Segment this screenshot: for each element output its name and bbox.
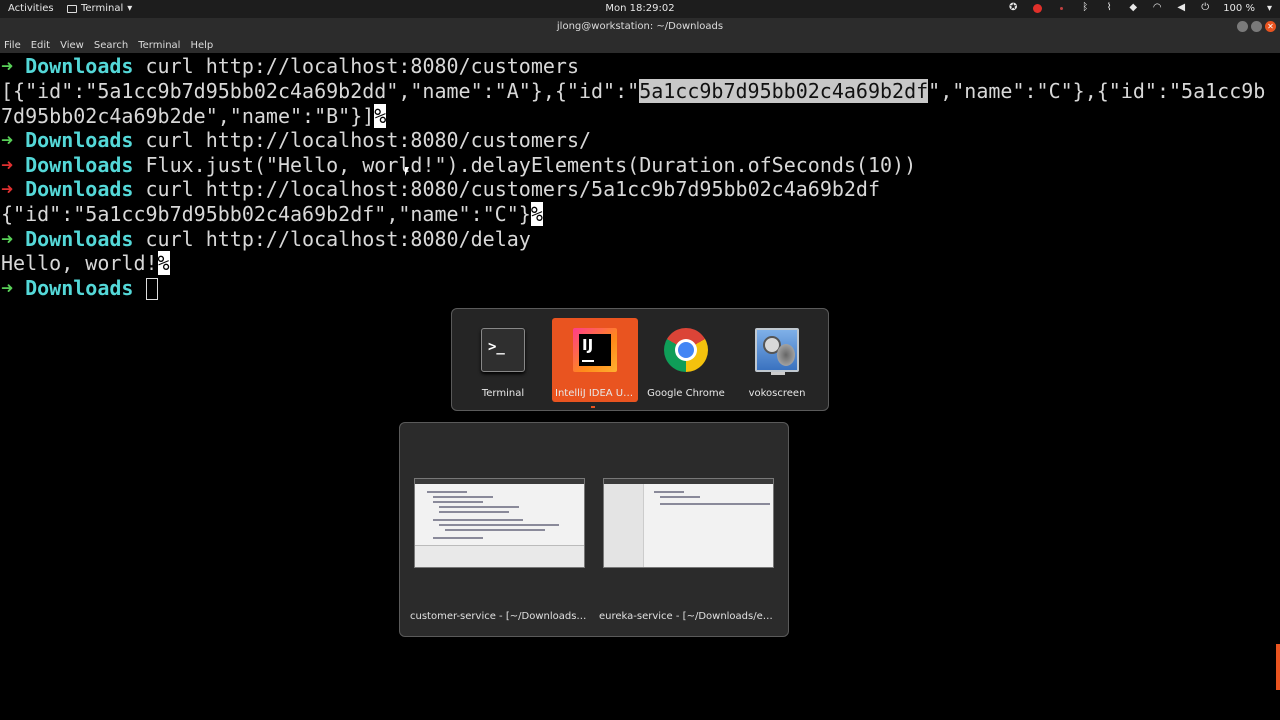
text-cursor bbox=[145, 277, 158, 300]
prompt-dir: Downloads bbox=[25, 128, 134, 152]
menu-help[interactable]: Help bbox=[190, 40, 213, 51]
switcher-app-terminal[interactable]: >_ Terminal bbox=[460, 318, 546, 402]
terminal-line: ➜ Downloads curl http://localhost:8080/c… bbox=[1, 54, 579, 78]
activities-button[interactable]: Activities bbox=[8, 3, 54, 14]
output-text: ","name":"C"},{"id":"5a1cc9b bbox=[928, 79, 1266, 103]
terminal-line: [{"id":"5a1cc9b7d95bb02c4a69b2dd","name"… bbox=[1, 79, 1265, 103]
output-text: [{"id":"5a1cc9b7d95bb02c4a69b2dd","name"… bbox=[1, 79, 640, 103]
terminal-icon: >_ bbox=[481, 328, 525, 372]
paperclip-icon[interactable]: ⌇ bbox=[1103, 2, 1115, 14]
dock-edge-indicator bbox=[1276, 644, 1280, 690]
terminal-line: 7d95bb02c4a69b2de","name":"B"}]% bbox=[1, 104, 387, 128]
system-tray: ✪ ᛒ ⌇ ◆ ◠ ◀ ⏻ 100 % ▾ bbox=[1007, 2, 1272, 14]
chrome-icon bbox=[664, 328, 708, 372]
terminal-line: Hello, world!% bbox=[1, 251, 170, 275]
top-bar: Activities Terminal ▾ Mon 18:29:02 ✪ ᛒ ⌇… bbox=[0, 0, 1280, 18]
chevron-down-icon[interactable]: ▾ bbox=[1267, 3, 1272, 14]
prompt-arrow-error: ➜ bbox=[1, 153, 14, 177]
prompt-dir: Downloads bbox=[25, 177, 134, 201]
terminal-line: ➜ Downloads bbox=[1, 276, 158, 300]
menu-search[interactable]: Search bbox=[94, 40, 128, 51]
menu-terminal[interactable]: Terminal bbox=[138, 40, 180, 51]
bluetooth-icon[interactable]: ᛒ bbox=[1079, 2, 1091, 14]
output-text: {"id":"5a1cc9b7d95bb02c4a69b2df","name":… bbox=[1, 202, 531, 226]
menu-edit[interactable]: Edit bbox=[31, 40, 50, 51]
chevron-down-icon: ▾ bbox=[127, 3, 133, 14]
minimize-button[interactable] bbox=[1237, 21, 1248, 32]
prompt-dir: Downloads bbox=[25, 54, 134, 78]
prompt-dir: Downloads bbox=[25, 227, 134, 251]
switcher-app-chrome[interactable]: Google Chrome bbox=[643, 318, 729, 402]
app-label: Google Chrome bbox=[647, 388, 725, 399]
prompt-arrow: ➜ bbox=[1, 54, 14, 78]
intellij-icon-glyph: IJ bbox=[582, 336, 594, 354]
output-text: Hello, world! bbox=[1, 251, 158, 275]
menu-view[interactable]: View bbox=[60, 40, 84, 51]
selection-indicator bbox=[591, 406, 595, 408]
eol-marker: % bbox=[374, 104, 387, 128]
battery-level[interactable]: 100 % bbox=[1223, 3, 1255, 14]
window-previews: customer-service - [~/Downloads/cu... eu… bbox=[399, 422, 789, 637]
app-label: vokoscreen bbox=[748, 388, 806, 399]
menu-file[interactable]: File bbox=[4, 40, 21, 51]
terminal-line: ➜ Downloads curl http://localhost:8080/c… bbox=[1, 177, 880, 201]
terminal-icon-glyph: >_ bbox=[488, 339, 505, 355]
prompt-dir: Downloads bbox=[25, 276, 134, 300]
command-text: curl http://localhost:8080/delay bbox=[145, 227, 531, 251]
prompt-arrow-error: ➜ bbox=[1, 177, 14, 201]
eol-marker: % bbox=[157, 251, 170, 275]
prompt-dir: Downloads bbox=[25, 153, 134, 177]
prompt-arrow: ➜ bbox=[1, 227, 14, 251]
terminal-line: ➜ Downloads Flux.just("Hello, world!").d… bbox=[1, 153, 916, 177]
command-text: curl http://localhost:8080/customers/5a1… bbox=[145, 177, 881, 201]
app-label: IntelliJ IDEA Ul... bbox=[555, 388, 636, 399]
close-button[interactable]: ✕ bbox=[1265, 21, 1276, 32]
volume-icon[interactable]: ◀ bbox=[1175, 2, 1187, 14]
power-icon[interactable]: ⏻ bbox=[1199, 2, 1211, 14]
terminal-line: {"id":"5a1cc9b7d95bb02c4a69b2df","name":… bbox=[1, 202, 543, 226]
maximize-button[interactable] bbox=[1251, 21, 1262, 32]
output-text: 7d95bb02c4a69b2de","name":"B"}] bbox=[1, 104, 375, 128]
command-text: curl http://localhost:8080/customers/ bbox=[145, 128, 592, 152]
intellij-icon: IJ bbox=[573, 328, 617, 372]
window-label: customer-service - [~/Downloads/cu... bbox=[410, 611, 588, 622]
window-thumbnail-eureka-service[interactable] bbox=[603, 478, 774, 568]
terminal-line: ➜ Downloads curl http://localhost:8080/c… bbox=[1, 128, 591, 152]
command-text: curl http://localhost:8080/customers bbox=[145, 54, 579, 78]
prompt-arrow: ➜ bbox=[1, 276, 14, 300]
selected-text: 5a1cc9b7d95bb02c4a69b2df bbox=[639, 79, 929, 103]
notification-dot-icon bbox=[1055, 2, 1067, 14]
clock[interactable]: Mon 18:29:02 bbox=[605, 3, 674, 14]
menu-bar: File Edit View Search Terminal Help bbox=[0, 37, 1280, 53]
command-text: Flux.just("Hello, world!").delayElements… bbox=[145, 153, 917, 177]
app-menu-label: Terminal bbox=[81, 3, 124, 14]
eol-marker: % bbox=[530, 202, 543, 226]
app-menu[interactable]: Terminal ▾ bbox=[67, 3, 132, 14]
app-switcher: >_ Terminal IJ IntelliJ IDEA Ul... Googl… bbox=[451, 308, 829, 411]
dropbox-icon[interactable]: ◆ bbox=[1127, 2, 1139, 14]
prompt-arrow: ➜ bbox=[1, 128, 14, 152]
window-label: eureka-service - [~/Downloads/eure... bbox=[599, 611, 777, 622]
switcher-app-vokoscreen[interactable]: vokoscreen bbox=[734, 318, 820, 402]
window-thumbnail-customer-service[interactable] bbox=[414, 478, 585, 568]
terminal-line: ➜ Downloads curl http://localhost:8080/d… bbox=[1, 227, 531, 251]
wifi-icon[interactable]: ◠ bbox=[1151, 2, 1163, 14]
rec-indicator-icon[interactable] bbox=[1031, 2, 1043, 14]
window-titlebar[interactable]: jlong@workstation: ~/Downloads ✕ bbox=[0, 18, 1280, 37]
app-label: Terminal bbox=[481, 388, 525, 399]
mouse-pointer-icon bbox=[405, 167, 409, 176]
terminal-mini-icon bbox=[67, 4, 77, 13]
accessibility-icon[interactable]: ✪ bbox=[1007, 2, 1019, 14]
vokoscreen-icon bbox=[755, 328, 799, 375]
switcher-app-intellij[interactable]: IJ IntelliJ IDEA Ul... bbox=[552, 318, 638, 402]
window-title: jlong@workstation: ~/Downloads bbox=[556, 21, 724, 32]
